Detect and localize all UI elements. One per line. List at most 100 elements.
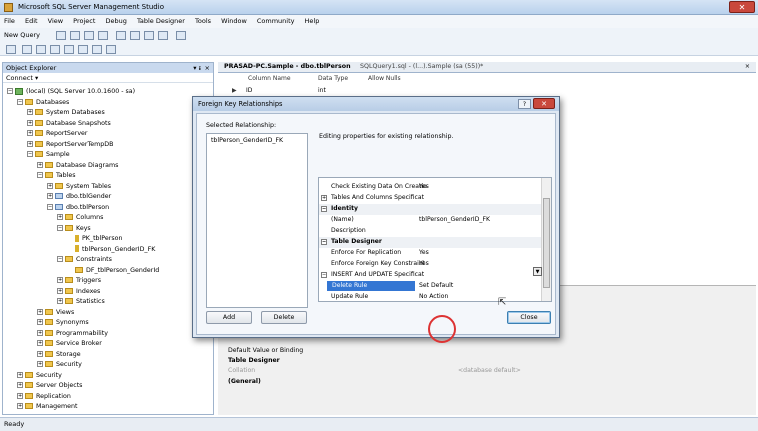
relationship-list[interactable]: tblPerson_GenderID_FK xyxy=(206,133,308,308)
tree-node[interactable]: − Databases xyxy=(17,98,69,108)
tree-node[interactable]: + ReportServerTempDB xyxy=(27,140,113,150)
property-value[interactable]: Yes xyxy=(419,259,429,269)
connect-button[interactable]: Connect ▾ xyxy=(6,74,38,82)
manage-fulltext-icon[interactable] xyxy=(64,45,74,54)
close-button[interactable]: Close xyxy=(507,311,551,324)
expand-icon[interactable]: + xyxy=(47,193,53,199)
expand-icon[interactable]: + xyxy=(27,119,33,126)
print-icon[interactable] xyxy=(158,31,168,40)
activity-monitor-icon[interactable] xyxy=(176,31,186,40)
menu-tools[interactable]: Tools xyxy=(191,15,215,27)
expand-icon[interactable]: + xyxy=(321,195,327,201)
property-value[interactable]: Yes xyxy=(419,182,429,192)
property-value[interactable]: Set Default xyxy=(419,281,453,291)
menu-table-designer[interactable]: Table Designer xyxy=(133,15,189,27)
expand-icon[interactable]: + xyxy=(37,308,43,315)
collapse-icon[interactable]: − xyxy=(57,224,63,231)
property-row[interactable]: Enforce Foreign Key Constraint Yes xyxy=(319,259,541,270)
tree-node[interactable]: + Views xyxy=(37,308,74,318)
expand-icon[interactable]: + xyxy=(37,340,43,346)
mdx-query-icon[interactable] xyxy=(84,31,94,40)
check-constraints-icon[interactable] xyxy=(92,45,102,54)
property-category[interactable]: − Identity xyxy=(319,204,541,215)
property-value[interactable]: tblPerson_GenderID_FK xyxy=(419,215,490,225)
pin-icon[interactable]: ▾ ᵻ xyxy=(193,64,201,72)
expand-icon[interactable]: + xyxy=(27,109,33,115)
id-column-cell[interactable]: ID xyxy=(246,87,252,94)
property-row[interactable]: Enforce For Replication Yes xyxy=(319,248,541,259)
open-file-icon[interactable] xyxy=(116,31,126,40)
tree-node[interactable]: DF_tblPerson_GenderId xyxy=(67,266,159,276)
dialog-close-icon[interactable]: ✕ xyxy=(533,98,555,109)
expand-icon[interactable]: + xyxy=(47,182,53,189)
tree-node[interactable]: + dbo.tblGender xyxy=(47,192,111,202)
tree-node[interactable]: + System Tables xyxy=(47,182,111,192)
property-row[interactable]: + Tables And Columns Specificat xyxy=(319,193,541,204)
expand-icon[interactable]: + xyxy=(57,214,63,220)
tree-node[interactable]: − (local) (SQL Server 10.0.1600 - sa) xyxy=(7,87,135,97)
expand-icon[interactable]: + xyxy=(57,287,63,294)
collapse-icon[interactable]: − xyxy=(17,98,23,105)
tree-node[interactable]: + Database Diagrams xyxy=(37,161,118,171)
close-tab-icon[interactable]: × xyxy=(745,63,750,70)
property-row[interactable]: Update Rule No Action xyxy=(319,292,541,301)
tree-node[interactable]: + Database Snapshots xyxy=(27,119,111,129)
tree-node[interactable]: − Tables xyxy=(37,171,76,181)
xmla-query-icon[interactable] xyxy=(98,31,108,40)
property-row[interactable]: Check Existing Data On Creatio Yes xyxy=(319,182,541,193)
delete-button[interactable]: Delete xyxy=(261,311,307,324)
window-close-button[interactable]: ✕ xyxy=(729,1,755,13)
tree-node[interactable]: + Server Objects xyxy=(17,381,82,391)
menu-file[interactable]: File xyxy=(0,15,19,27)
expand-icon[interactable]: + xyxy=(17,371,23,378)
tree-node[interactable]: + Storage xyxy=(37,350,81,360)
expand-icon[interactable]: + xyxy=(57,277,63,283)
tree-node[interactable]: + Indexes xyxy=(57,287,100,297)
tree-node[interactable]: + Service Broker xyxy=(37,339,102,349)
tree-node[interactable]: − Keys xyxy=(57,224,91,234)
tree-node[interactable]: + Security xyxy=(37,360,82,370)
manage-indexes-icon[interactable] xyxy=(50,45,60,54)
property-value[interactable]: No Action xyxy=(419,292,448,301)
menu-community[interactable]: Community xyxy=(253,15,299,27)
scrollbar-thumb[interactable] xyxy=(543,198,550,288)
tree-node[interactable]: + Management xyxy=(17,402,77,412)
id-type-cell[interactable]: int xyxy=(318,87,326,94)
collapse-icon[interactable]: − xyxy=(321,206,327,212)
tree-node[interactable]: − Constraints xyxy=(57,255,112,265)
menu-view[interactable]: View xyxy=(44,15,67,27)
expand-icon[interactable]: + xyxy=(37,350,43,357)
expand-icon[interactable]: + xyxy=(37,329,43,336)
expand-icon[interactable]: + xyxy=(37,319,43,325)
property-value[interactable]: Yes xyxy=(419,248,429,258)
tab-table-designer[interactable]: PRASAD-PC.Sample - dbo.tblPerson xyxy=(224,63,351,70)
tree-node[interactable]: + Triggers xyxy=(57,276,101,286)
tree-node[interactable]: − Sample xyxy=(27,150,70,160)
menu-help[interactable]: Help xyxy=(301,15,324,27)
tree-node[interactable]: + ReportServer xyxy=(27,129,88,139)
expand-icon[interactable]: + xyxy=(17,392,23,399)
collapse-icon[interactable]: − xyxy=(7,88,13,94)
tree-node[interactable]: + Columns xyxy=(57,213,103,223)
menu-window[interactable]: Window xyxy=(217,15,251,27)
analysis-query-icon[interactable] xyxy=(70,31,80,40)
collapse-icon[interactable]: − xyxy=(47,203,53,210)
tree-node[interactable]: + Replication xyxy=(17,392,71,402)
menu-edit[interactable]: Edit xyxy=(21,15,42,27)
tree-node[interactable]: + Statistics xyxy=(57,297,105,307)
expand-icon[interactable]: + xyxy=(27,140,33,147)
generate-script-icon[interactable] xyxy=(6,45,16,54)
tree-node[interactable]: + Programmability xyxy=(37,329,108,339)
relationship-list-item[interactable]: tblPerson_GenderID_FK xyxy=(211,137,283,144)
tree-node[interactable]: + System Databases xyxy=(27,108,105,118)
relationships-icon[interactable] xyxy=(36,45,46,54)
database-engine-query-icon[interactable] xyxy=(56,31,66,40)
save-all-icon[interactable] xyxy=(144,31,154,40)
collapse-icon[interactable]: − xyxy=(321,272,327,278)
help-button[interactable]: ? xyxy=(518,99,531,109)
chevron-down-icon[interactable]: ▼ xyxy=(533,267,542,276)
spatial-indexes-icon[interactable] xyxy=(106,45,116,54)
new-query-button[interactable]: New Query xyxy=(4,31,40,39)
tree-node[interactable]: + Security xyxy=(17,371,62,381)
tab-sqlquery1[interactable]: SQLQuery1.sql - (l...).Sample (sa (55))* xyxy=(360,63,483,70)
